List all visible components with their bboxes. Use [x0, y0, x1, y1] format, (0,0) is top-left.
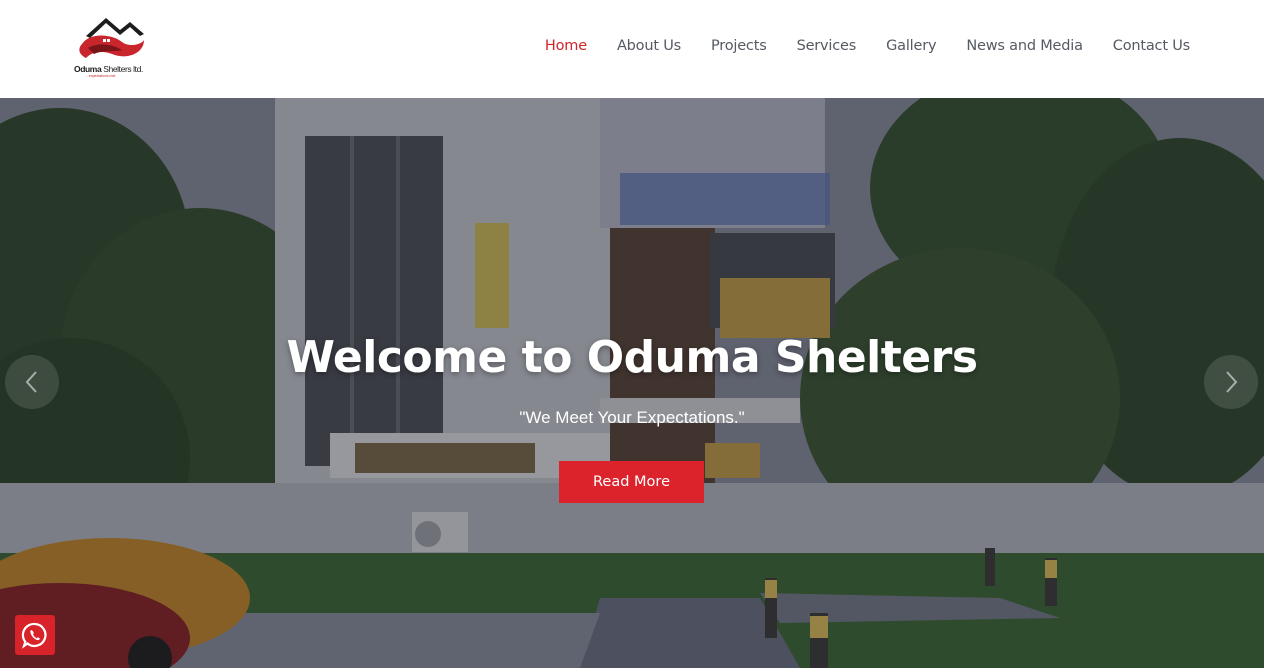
logo-mark-icon: [79, 18, 144, 58]
site-header: Oduma Shelters ltd. ...expectations met …: [0, 0, 1264, 98]
hero-title: Welcome to Oduma Shelters: [286, 332, 978, 383]
nav-about-us[interactable]: About Us: [617, 36, 681, 56]
nav-contact-us[interactable]: Contact Us: [1113, 36, 1190, 56]
nav-home[interactable]: Home: [545, 36, 587, 56]
brand-name: Oduma Shelters ltd.: [74, 64, 143, 74]
brand-tagline: ...expectations met: [86, 74, 116, 78]
slider-prev-button[interactable]: [5, 355, 59, 409]
nav-news-and-media[interactable]: News and Media: [966, 36, 1083, 56]
nav-projects[interactable]: Projects: [711, 36, 767, 56]
main-nav: Home About Us Projects Services Gallery …: [545, 36, 1190, 56]
whatsapp-icon: [21, 622, 47, 649]
hero-overlay: [0, 98, 1264, 668]
chevron-right-icon: [1226, 371, 1238, 393]
nav-gallery[interactable]: Gallery: [886, 36, 936, 56]
slider-next-button[interactable]: [1204, 355, 1258, 409]
hero-slider: Welcome to Oduma Shelters "We Meet Your …: [0, 98, 1264, 668]
hero-subtitle: "We Meet Your Expectations.": [519, 408, 745, 427]
read-more-button[interactable]: Read More: [559, 461, 704, 503]
nav-services[interactable]: Services: [797, 36, 857, 56]
chevron-left-icon: [25, 371, 37, 393]
whatsapp-chat-button[interactable]: [15, 615, 55, 655]
brand-logo[interactable]: Oduma Shelters ltd. ...expectations met: [72, 14, 154, 78]
